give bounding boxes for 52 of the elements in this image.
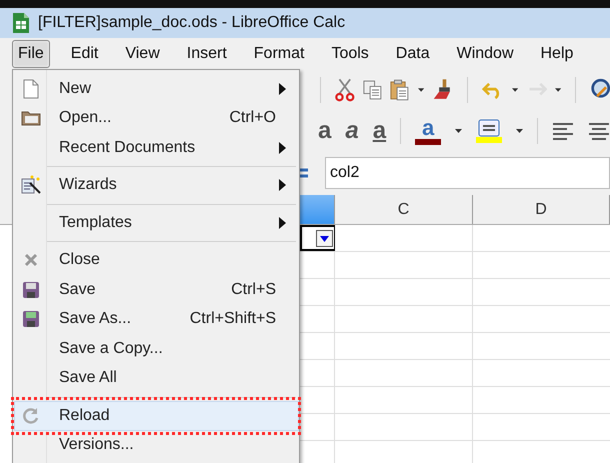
menu-item[interactable]: Open... Ctrl+O — [14, 104, 299, 133]
dropdown-arrow-icon[interactable] — [555, 88, 562, 92]
highlight-icon[interactable] — [478, 119, 500, 137]
shortcut-text: Ctrl+S — [231, 280, 276, 300]
magic-wand-icon — [20, 175, 42, 196]
menu-item[interactable]: Versions... — [14, 430, 299, 460]
dropdown-arrow-icon[interactable] — [512, 88, 518, 92]
italic-button[interactable]: a — [345, 119, 359, 143]
menu-bar-item[interactable]: Help — [534, 40, 580, 68]
dropdown-arrow-icon — [320, 236, 329, 242]
dropdown-arrow-icon[interactable] — [516, 129, 524, 133]
menu-bar-item[interactable]: Edit — [64, 40, 104, 68]
clipboard-icon[interactable] — [390, 78, 410, 102]
menu-bar-item[interactable]: Insert — [180, 40, 233, 68]
document-icon — [23, 78, 39, 99]
menu-bar-item[interactable]: View — [119, 40, 166, 68]
menu-item[interactable]: Templates — [14, 208, 299, 238]
dropdown-arrow-icon[interactable] — [418, 88, 424, 92]
dropdown-arrow-icon[interactable] — [455, 129, 462, 133]
formula-input[interactable]: col2 — [325, 157, 610, 189]
bold-button[interactable]: a — [318, 119, 332, 143]
column-header[interactable]: C — [335, 195, 473, 224]
menu-item[interactable]: Reload — [14, 401, 299, 430]
menu-item[interactable]: New — [14, 74, 299, 104]
reload-icon — [22, 406, 40, 425]
menu-bar-item[interactable]: File — [12, 40, 50, 68]
menu-bar-item[interactable]: Tools — [325, 40, 375, 68]
menu-item[interactable]: Save All — [14, 364, 299, 393]
menu-item[interactable]: Wizards — [14, 170, 299, 200]
align-left-icon[interactable] — [552, 122, 574, 140]
menu-bar-item[interactable]: Window — [450, 40, 520, 68]
formula-icon[interactable] — [300, 168, 308, 178]
shortcut-text: Ctrl+Shift+S — [190, 309, 276, 330]
menu-item[interactable]: Recent Documents — [14, 133, 299, 162]
menu-item[interactable]: Close — [14, 246, 299, 275]
menu-item[interactable]: Save As... Ctrl+Shift+S — [14, 304, 299, 334]
font-color-button[interactable]: a — [422, 117, 434, 139]
window-title: [FILTER]sample_doc.ods - LibreOffice Calc — [38, 13, 346, 33]
align-center-icon[interactable] — [588, 122, 610, 140]
copy-icon[interactable] — [362, 79, 382, 101]
autofilter-button[interactable] — [316, 230, 333, 247]
underline-button[interactable]: a — [372, 119, 386, 143]
folder-icon — [21, 110, 41, 126]
close-icon — [24, 253, 38, 268]
menu-bar-item[interactable]: Format — [248, 40, 310, 68]
shortcut-text: Ctrl+O — [229, 108, 276, 128]
scissors-icon[interactable] — [334, 77, 354, 103]
menu-bar-item[interactable]: Data — [390, 40, 436, 68]
menu-item[interactable]: Save Ctrl+S — [14, 275, 299, 304]
spreadsheet-app-icon — [12, 12, 30, 34]
column-header[interactable]: D — [473, 195, 610, 224]
menu-item[interactable]: Save a Copy... — [14, 334, 299, 364]
